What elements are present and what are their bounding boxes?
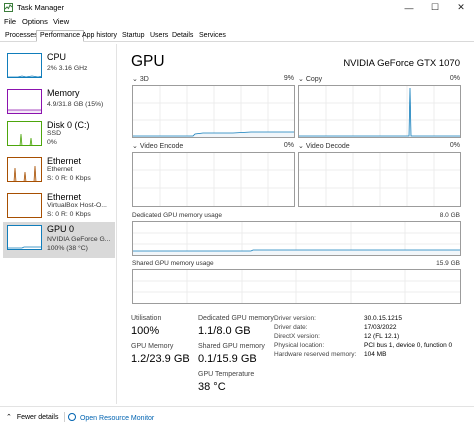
shared-memory-graph-label: Shared GPU memory usage <box>132 260 214 267</box>
sidebar-item-ethernet-virtualbox[interactable]: Ethernet VirtualBox Host-O... S: 0 R: 0 … <box>3 190 115 226</box>
graph-copy <box>298 85 461 138</box>
utilisation-label: Utilisation <box>131 315 162 322</box>
driver-date-value: 17/03/2022 <box>364 324 397 331</box>
dedicated-memory-graph-label: Dedicated GPU memory usage <box>132 212 222 219</box>
dedicated-memory-graph <box>132 221 461 256</box>
graph-video-encode-percent: 0% <box>283 142 294 149</box>
menu-view[interactable]: View <box>53 17 69 26</box>
graph-video-encode <box>132 152 295 207</box>
sidebar-gpu-title: GPU 0 <box>47 224 75 234</box>
graph-copy-percent: 0% <box>449 75 460 82</box>
dedicated-memory-graph-max: 8.0 GB <box>439 212 460 219</box>
tab-services[interactable]: Services <box>196 31 229 42</box>
sidebar-disk-type: SSD <box>47 130 61 137</box>
sidebar-memory-usage: 4.9/31.8 GB (15%) <box>47 101 104 108</box>
sidebar-disk-title: Disk 0 (C:) <box>47 120 90 130</box>
open-resource-monitor-link[interactable]: Open Resource Monitor <box>68 413 154 422</box>
footer-divider <box>64 412 65 422</box>
fewer-details-label: Fewer details <box>16 414 59 421</box>
tab-performance[interactable]: Performance <box>36 30 85 42</box>
chevron-up-icon: ⌃ <box>6 414 12 421</box>
gpu-memory-value: 1.2/23.9 GB <box>131 353 190 365</box>
sidebar-item-disk[interactable]: Disk 0 (C:) SSD 0% <box>3 118 115 154</box>
gpu-model-name: NVIDIA GeForce GTX 1070 <box>343 58 460 69</box>
memory-thumbnail <box>7 89 42 114</box>
utilisation-value: 100% <box>131 325 160 337</box>
graph-video-decode <box>298 152 461 207</box>
graph-copy-label: ⌄ Copy <box>298 76 323 83</box>
dedicated-gpu-memory-label: Dedicated GPU memory <box>198 315 274 322</box>
graph-video-encode-label: ⌄ Video Encode <box>132 143 184 150</box>
tab-users[interactable]: Users <box>147 31 171 42</box>
gpu-thumbnail <box>7 225 42 250</box>
tab-processes[interactable]: Processes <box>2 31 41 42</box>
ethernet-virtualbox-thumbnail <box>7 193 42 218</box>
graph-3d-percent: 9% <box>283 75 294 82</box>
gpu-memory-label: GPU Memory <box>131 343 174 350</box>
sidebar-item-cpu[interactable]: CPU 2% 3.16 GHz <box>3 50 115 86</box>
graph-3d-label: ⌄ 3D <box>132 76 149 83</box>
sidebar-disk-usage: 0% <box>47 139 57 146</box>
dedicated-gpu-memory-value: 1.1/8.0 GB <box>198 325 251 337</box>
directx-version-value: 12 (FL 12.1) <box>364 333 400 340</box>
maximize-button[interactable]: ☐ <box>424 1 446 14</box>
disk-thumbnail <box>7 121 42 146</box>
gpu-temperature-label: GPU Temperature <box>198 371 255 378</box>
sidebar-item-gpu[interactable]: GPU 0 NVIDIA GeForce G... 100% (38 °C) <box>3 222 115 258</box>
sidebar-ethernet2-name: VirtualBox Host-O... <box>47 202 107 209</box>
tab-app-history[interactable]: App history <box>79 31 120 42</box>
window-title: Task Manager <box>17 3 65 12</box>
close-button[interactable]: ✕ <box>450 1 472 14</box>
task-manager-icon <box>4 3 13 12</box>
tab-details[interactable]: Details <box>169 31 196 42</box>
physical-location-label: Physical location: <box>274 342 325 349</box>
menu-file[interactable]: File <box>4 17 16 26</box>
sidebar-ethernet-throughput: S: 0 R: 0 Kbps <box>47 175 91 182</box>
resource-monitor-icon <box>68 413 76 421</box>
shared-memory-graph-max: 15.9 GB <box>436 260 460 267</box>
sidebar-cpu-usage: 2% 3.16 GHz <box>47 65 88 72</box>
menu-bar <box>0 16 474 29</box>
sidebar-gpu-usage: 100% (38 °C) <box>47 245 88 252</box>
shared-memory-graph <box>132 269 461 304</box>
shared-gpu-memory-label: Shared GPU memory <box>198 343 265 350</box>
ethernet-thumbnail <box>7 157 42 182</box>
cpu-thumbnail <box>7 53 42 78</box>
fewer-details-button[interactable]: ⌃ Fewer details <box>6 413 58 421</box>
sidebar-item-memory[interactable]: Memory 4.9/31.8 GB (15%) <box>3 86 115 122</box>
shared-gpu-memory-value: 0.1/15.9 GB <box>198 353 257 365</box>
directx-version-label: DirectX version: <box>274 333 320 340</box>
graph-video-decode-percent: 0% <box>449 142 460 149</box>
graph-video-decode-label: ⌄ Video Decode <box>298 143 350 150</box>
menu-options[interactable]: Options <box>22 17 48 26</box>
driver-date-label: Driver date: <box>274 324 308 331</box>
graph-3d <box>132 85 295 138</box>
tab-startup[interactable]: Startup <box>119 31 148 42</box>
page-title: GPU <box>131 53 165 70</box>
sidebar-ethernet2-throughput: S: 0 R: 0 Kbps <box>47 211 91 218</box>
driver-version-value: 30.0.15.1215 <box>364 315 402 322</box>
open-resource-monitor-label: Open Resource Monitor <box>79 415 155 422</box>
sidebar-memory-title: Memory <box>47 88 80 98</box>
sidebar-cpu-title: CPU <box>47 52 67 62</box>
sidebar-gpu-name: NVIDIA GeForce G... <box>47 236 111 243</box>
physical-location-value: PCI bus 1, device 0, function 0 <box>364 342 453 349</box>
sidebar-ethernet-title: Ethernet <box>47 156 82 166</box>
driver-version-label: Driver version: <box>274 315 316 322</box>
gpu-temperature-value: 38 °C <box>198 381 226 393</box>
sidebar-ethernet2-title: Ethernet <box>47 192 82 202</box>
hardware-reserved-memory-value: 104 MB <box>364 351 387 358</box>
sidebar-ethernet-name: Ethernet <box>47 166 73 173</box>
sidebar-item-ethernet[interactable]: Ethernet Ethernet S: 0 R: 0 Kbps <box>3 154 115 190</box>
hardware-reserved-memory-label: Hardware reserved memory: <box>274 351 357 358</box>
minimize-button[interactable]: — <box>398 1 420 14</box>
